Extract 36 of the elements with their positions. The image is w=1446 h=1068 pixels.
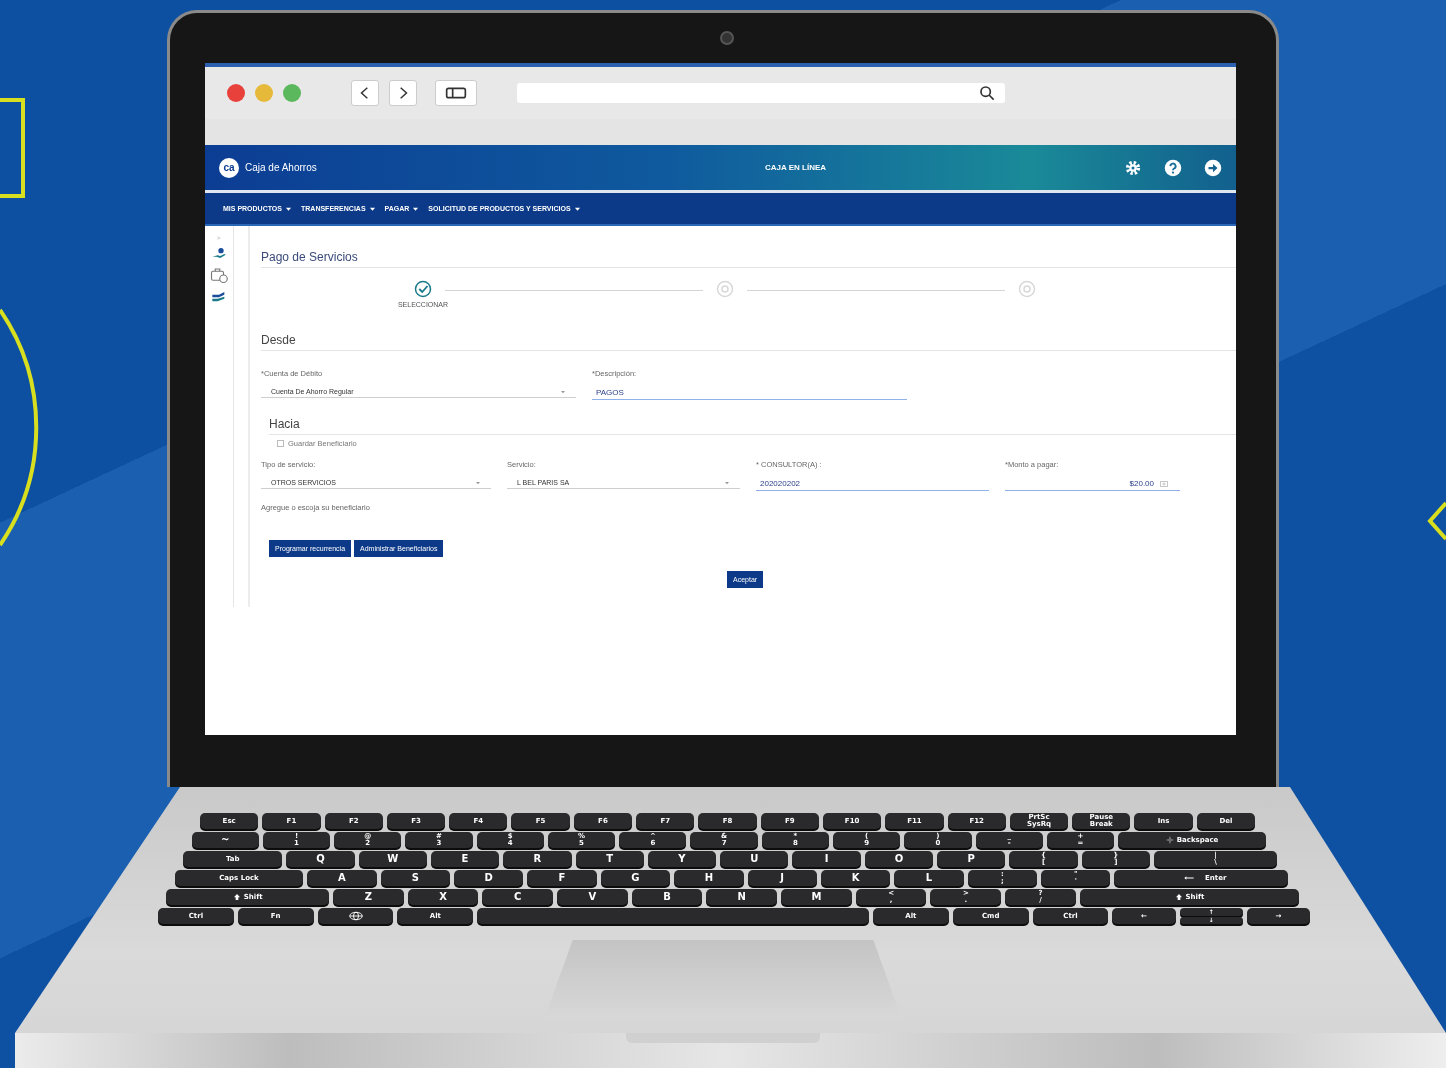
page-title: Pago de Servicios	[261, 250, 1236, 268]
keyboard-key[interactable]: O	[864, 851, 934, 867]
keyboard-key[interactable]: K	[820, 870, 891, 886]
section-heading: Desde	[261, 330, 1236, 351]
keyboard-key[interactable]: H	[674, 870, 744, 886]
keyboard-key[interactable]: D	[453, 870, 524, 886]
keyboard-key[interactable]: Z	[332, 889, 404, 905]
keyboard-key[interactable]: P	[937, 851, 1006, 867]
keyboard-key[interactable]: T	[575, 851, 644, 867]
keyboard-key[interactable]: S	[380, 870, 450, 886]
header-title: CAJA EN LÍNEA	[765, 163, 828, 172]
input-field[interactable]: $20.00	[1005, 477, 1180, 491]
keyboard-key[interactable]: J	[747, 870, 817, 886]
keyboard-key[interactable]: N	[706, 889, 778, 905]
section-heading: Hacia	[269, 414, 1236, 435]
bank-logo: ca	[219, 157, 239, 178]
keyboard-key[interactable]: Q	[286, 851, 355, 867]
keyboard-key[interactable]: L	[894, 870, 964, 886]
keyboard-key[interactable]: W	[358, 851, 427, 867]
keyboard-key[interactable]: E	[430, 851, 500, 867]
keyboard-key[interactable]: R	[503, 851, 572, 867]
brand-name: Caja de Ahorros	[245, 162, 318, 173]
keyboard-key[interactable]: U	[720, 851, 789, 867]
keyboard-key[interactable]: B	[631, 889, 703, 905]
keyboard-key[interactable]: F	[527, 870, 597, 886]
input-field[interactable]: PAGOS	[592, 386, 907, 400]
keyboard-key[interactable]: X	[407, 889, 479, 905]
keyboard-key[interactable]: C	[482, 889, 554, 905]
keyboard-key[interactable]: ~	[191, 832, 259, 848]
input-field[interactable]: 202020202	[756, 477, 989, 491]
keyboard-key[interactable]: V	[557, 889, 628, 905]
keyboard-key[interactable]: Y	[647, 851, 717, 867]
keyboard-key[interactable]: I	[792, 851, 861, 867]
keyboard-key[interactable]: A	[307, 870, 377, 886]
keyboard-key[interactable]: M	[781, 889, 852, 905]
keyboard-key[interactable]: G	[600, 870, 671, 886]
